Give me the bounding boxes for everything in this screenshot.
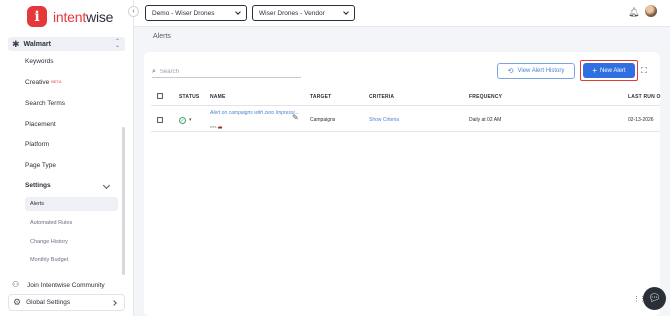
chevron-right-icon	[111, 300, 117, 306]
demo-account-dropdown[interactable]: Demo - Wiser Drones	[145, 5, 247, 21]
column-header-last-run[interactable]: LAST RUN O	[628, 94, 661, 100]
search-input[interactable]	[159, 69, 290, 75]
alert-target: Campaigns	[310, 117, 336, 123]
sidebar-item-platform[interactable]: Platform	[25, 141, 49, 148]
chat-icon[interactable]: 💬︎	[643, 287, 666, 310]
bell-icon[interactable]: 🔔︎	[628, 7, 639, 18]
row-checkbox[interactable]	[157, 117, 163, 123]
account-selector[interactable]: ✱ Walmart ⌃ ⌄	[8, 37, 125, 51]
collapse-sidebar-button[interactable]: ‹	[128, 6, 139, 17]
beta-badge: BETA	[51, 79, 62, 84]
fullscreen-icon[interactable]: ⛶	[641, 66, 647, 76]
alert-last-run: 02-13-2026	[628, 117, 654, 123]
view-alert-history-button[interactable]: ⟲ View Alert History	[497, 63, 575, 79]
show-criteria-link[interactable]: Show Criteria	[369, 117, 399, 123]
sidebar: i intentwise ✱ Walmart ⌃ ⌄ Keywords Creat…	[0, 0, 134, 316]
vendor-account-value: Wiser Drones - Vendor	[259, 9, 325, 17]
sidebar-scrollbar[interactable]	[122, 127, 125, 275]
sidebar-item-alerts-label: Alerts	[30, 201, 45, 207]
join-community-link[interactable]: ⚇ Join Intentwise Community	[12, 280, 105, 290]
column-header-name[interactable]: NAME	[210, 94, 226, 100]
page-title: Alerts	[153, 33, 171, 40]
sort-arrows-icon: ⌃ ⌄	[114, 39, 120, 49]
search-box[interactable]: ⌕	[152, 67, 301, 78]
alert-frequency: Daily at 02 AM	[469, 117, 502, 123]
sidebar-item-keywords[interactable]: Keywords	[25, 58, 54, 65]
avatar[interactable]	[645, 5, 657, 17]
chevron-down-icon	[343, 9, 349, 15]
table-header	[151, 87, 660, 106]
demo-account-value: Demo - Wiser Drones	[152, 9, 215, 17]
column-header-frequency[interactable]: FREQUENCY	[469, 94, 502, 100]
sidebar-item-page-type[interactable]: Page Type	[25, 162, 56, 169]
sidebar-item-placement[interactable]: Placement	[25, 121, 56, 128]
status-active-icon[interactable]: ✓	[179, 117, 186, 124]
sidebar-settings-header[interactable]: Settings	[25, 182, 51, 189]
sidebar-item-monthly-budget[interactable]: Monthly Budget	[30, 257, 68, 263]
column-header-target[interactable]: TARGET	[310, 94, 331, 100]
history-icon: ⟲	[507, 68, 514, 75]
search-icon: ⌕	[152, 68, 156, 75]
plus-icon: +	[592, 66, 597, 75]
users-icon: ⚇	[12, 280, 20, 289]
select-all-checkbox[interactable]	[157, 93, 163, 99]
vendor-account-dropdown[interactable]: Wiser Drones - Vendor	[252, 5, 355, 21]
alert-name-link[interactable]: Alert on campaigns with zero Impressi...	[210, 110, 299, 116]
community-label: Join Intentwise Community	[27, 281, 105, 289]
global-settings-label: Global Settings	[26, 299, 71, 306]
gear-icon: ⚙	[13, 297, 22, 307]
new-alert-label: New Alert	[599, 67, 626, 74]
view-history-label: View Alert History	[517, 68, 565, 74]
logo-text: intentwise	[53, 8, 114, 25]
logo-mark-icon: i	[27, 6, 47, 27]
chevron-down-icon	[235, 9, 241, 15]
column-header-status[interactable]: STATUS	[179, 94, 199, 100]
sidebar-item-creative[interactable]: Creative BETA	[25, 79, 61, 86]
column-header-criteria[interactable]: CRITERIA	[369, 94, 394, 100]
sidebar-item-automated-rules[interactable]: Automated Rules	[30, 220, 72, 226]
network-icon: ✱	[12, 38, 20, 49]
global-settings-button[interactable]: ⚙ Global Settings	[8, 294, 125, 311]
pencil-icon[interactable]: ✎	[292, 113, 299, 122]
status-caret-icon[interactable]: ▾	[189, 117, 192, 123]
account-label: Walmart	[23, 40, 51, 48]
sidebar-item-change-history[interactable]: Change History	[30, 239, 68, 245]
sidebar-item-search-terms[interactable]: Search Terms	[25, 100, 65, 107]
alert-meta: ees 🚗	[210, 124, 223, 129]
new-alert-button[interactable]: + New Alert	[583, 63, 635, 78]
intentwise-logo[interactable]: i intentwise	[27, 6, 113, 27]
chevron-down-icon[interactable]	[102, 181, 111, 190]
